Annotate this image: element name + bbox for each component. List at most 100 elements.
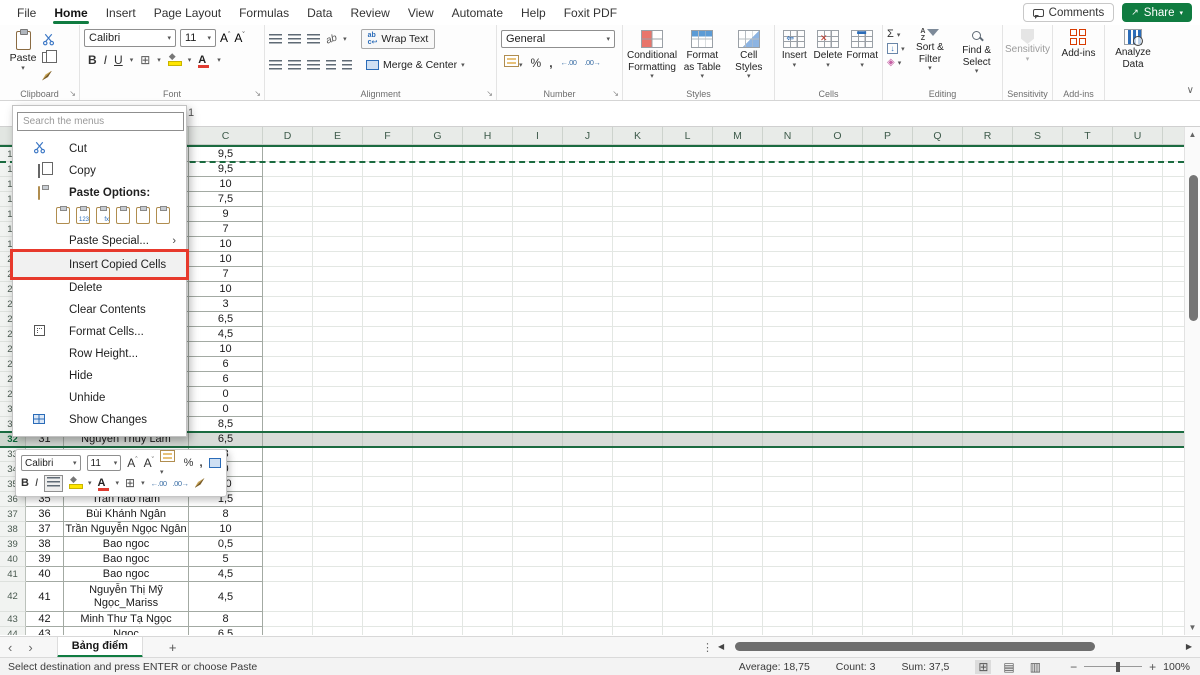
cell-A38[interactable]: 37 <box>26 522 64 537</box>
scroll-right-icon[interactable]: ▶ <box>1186 642 1192 651</box>
borders-button[interactable]: ⊞ <box>140 53 150 67</box>
cells-empty-row-35[interactable] <box>263 477 1184 492</box>
mini-comma-button[interactable]: , <box>199 457 202 469</box>
number-format-combo[interactable]: General▾ <box>501 30 615 48</box>
menu-item-cut[interactable]: Cut <box>13 138 186 160</box>
mini-format-painter-button[interactable] <box>195 478 205 488</box>
column-header-Q[interactable]: Q <box>913 127 963 144</box>
cells-empty-row-43[interactable] <box>263 612 1184 627</box>
cells-empty-row-23[interactable] <box>263 297 1184 312</box>
wrap-text-button[interactable]: abc↩ Wrap Text <box>361 29 436 49</box>
zoom-level[interactable]: 100% <box>1163 661 1190 673</box>
mini-merge-center-icon[interactable] <box>209 458 222 468</box>
menu-item-row-height[interactable]: Row Height... <box>13 343 186 365</box>
cells-empty-row-33[interactable] <box>263 447 1184 462</box>
row-header-43[interactable]: 43 <box>0 612 26 627</box>
cell-styles-button[interactable]: Cell Styles▾ <box>728 30 770 87</box>
paste-formulas-icon[interactable]: fx <box>96 207 110 224</box>
accounting-format-button[interactable]: ▾ <box>504 55 523 70</box>
find-select-button[interactable]: Find & Select▾ <box>955 28 998 87</box>
cells-empty-row-16[interactable] <box>263 192 1184 207</box>
font-color-button[interactable]: A <box>198 54 210 66</box>
scroll-left-icon[interactable]: ◀ <box>718 642 724 651</box>
cells-empty-row-36[interactable] <box>263 492 1184 507</box>
menu-item-copy[interactable]: Copy <box>13 160 186 182</box>
paste-values-icon[interactable]: 123 <box>76 207 90 224</box>
column-header-J[interactable]: J <box>563 127 613 144</box>
menu-item-clear-contents[interactable]: Clear Contents <box>13 299 186 321</box>
prev-sheet-icon[interactable]: ‹ <box>0 640 20 655</box>
fill-color-button[interactable] <box>168 54 181 66</box>
cells-empty-row-40[interactable] <box>263 552 1184 567</box>
cells-empty-row-37[interactable] <box>263 507 1184 522</box>
analyze-data-button[interactable]: Analyze Data <box>1109 29 1157 70</box>
cell-B37[interactable]: Bùi Khánh Ngân <box>64 507 189 522</box>
column-header-N[interactable]: N <box>763 127 813 144</box>
clipboard-dialog-launcher[interactable]: ↘ <box>69 89 76 98</box>
zoom-out-button[interactable]: − <box>1070 660 1077 674</box>
align-middle-icon[interactable] <box>288 34 301 44</box>
menu-item-delete[interactable]: Delete <box>13 277 186 299</box>
cells-empty-row-39[interactable] <box>263 537 1184 552</box>
cells-empty-row-24[interactable] <box>263 312 1184 327</box>
menu-item-paste-special[interactable]: Paste Special...› <box>13 230 186 252</box>
cell-C41[interactable]: 4,5 <box>189 567 263 582</box>
increase-decimal-button[interactable]: ←.00 <box>561 58 577 67</box>
underline-button[interactable]: U <box>114 53 123 67</box>
fill-button[interactable]: ↓ ▾ <box>887 42 905 54</box>
cells-empty-row-20[interactable] <box>263 252 1184 267</box>
menu-search-input[interactable] <box>17 112 184 131</box>
column-header-I[interactable]: I <box>513 127 563 144</box>
mini-fill-color-button[interactable] <box>69 477 82 489</box>
orientation-button[interactable]: ab <box>324 32 338 46</box>
page-break-view-icon[interactable]: ▥ <box>1027 660 1044 674</box>
scroll-up-icon[interactable]: ▲ <box>1185 130 1200 139</box>
cells-empty-row-14[interactable] <box>263 162 1184 177</box>
cell-C24[interactable]: 6,5 <box>189 312 263 327</box>
cell-B42[interactable]: Nguyễn Thị Mỹ Ngọc_Mariss <box>64 582 189 612</box>
column-header-L[interactable]: L <box>663 127 713 144</box>
row-header-39[interactable]: 39 <box>0 537 26 552</box>
cells-empty-row-31[interactable] <box>263 417 1184 432</box>
cell-A37[interactable]: 36 <box>26 507 64 522</box>
column-header-O[interactable]: O <box>813 127 863 144</box>
cells-empty-row-32[interactable] <box>263 432 1184 447</box>
delete-cells-button[interactable]: ✕ Delete▾ <box>813 30 844 87</box>
cell-C29[interactable]: 0 <box>189 387 263 402</box>
copy-button[interactable]: ▾ <box>42 50 57 65</box>
cell-B43[interactable]: Minh Thư Tạ Ngọc <box>64 612 189 627</box>
menu-item-paste-options[interactable]: Paste Options: <box>13 182 186 204</box>
cell-B44[interactable]: Ngoc <box>64 627 189 635</box>
cell-C13[interactable]: 9,5 <box>189 147 263 162</box>
cell-C30[interactable]: 0 <box>189 402 263 417</box>
cells-empty-row-19[interactable] <box>263 237 1184 252</box>
vertical-scrollbar[interactable]: ▲ ▼ <box>1184 127 1200 635</box>
cell-A43[interactable]: 42 <box>26 612 64 627</box>
column-header-S[interactable]: S <box>1013 127 1063 144</box>
cells-empty-row-38[interactable] <box>263 522 1184 537</box>
more-options-icon[interactable]: ⋮ <box>702 641 713 654</box>
font-size-combo[interactable]: 11▾ <box>180 29 216 47</box>
ribbon-tab-automate[interactable]: Automate <box>443 0 512 25</box>
column-header-R[interactable]: R <box>963 127 1013 144</box>
cell-A41[interactable]: 40 <box>26 567 64 582</box>
row-header-41[interactable]: 41 <box>0 567 26 582</box>
cells-empty-row-41[interactable] <box>263 567 1184 582</box>
menu-item-insert-copied-cells[interactable]: Insert Copied Cells <box>13 252 186 277</box>
cells-empty-row-17[interactable] <box>263 207 1184 222</box>
format-painter-button[interactable] <box>42 68 57 83</box>
menu-item-unhide[interactable]: Unhide <box>13 387 186 409</box>
row-header-40[interactable]: 40 <box>0 552 26 567</box>
cell-C14[interactable]: 9,5 <box>189 162 263 177</box>
ribbon-tab-view[interactable]: View <box>399 0 443 25</box>
cell-C37[interactable]: 8 <box>189 507 263 522</box>
align-right-icon[interactable] <box>307 60 320 70</box>
cell-C39[interactable]: 0,5 <box>189 537 263 552</box>
page-layout-view-icon[interactable]: ▤ <box>1000 660 1017 674</box>
row-header-38[interactable]: 38 <box>0 522 26 537</box>
shrink-font-button[interactable]: Aˇ <box>234 31 244 45</box>
comma-style-button[interactable]: , <box>549 56 552 70</box>
mini-font-size-combo[interactable]: 11▾ <box>87 455 122 471</box>
zoom-slider[interactable] <box>1084 666 1142 668</box>
scroll-down-icon[interactable]: ▼ <box>1185 623 1200 632</box>
